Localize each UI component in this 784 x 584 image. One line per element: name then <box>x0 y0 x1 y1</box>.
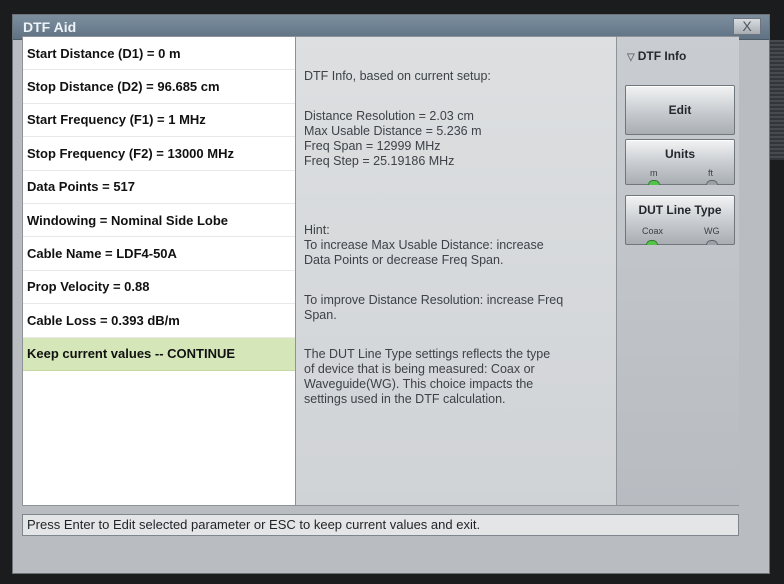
edit-button[interactable]: Edit <box>625 85 735 135</box>
info-line-type-note: The DUT Line Type settings reflects the … <box>304 347 551 406</box>
info-resolution-tip: To improve Distance Resolution: increase… <box>304 293 564 322</box>
units-ft-indicator-icon <box>706 180 718 185</box>
info-details: Distance Resolution = 2.03 cm Max Usable… <box>304 109 482 168</box>
units-title: Units <box>665 147 695 161</box>
param-label: Cable Name = LDF4-50A <box>27 246 177 262</box>
param-label: Stop Frequency (F2) = 13000 MHz <box>27 145 234 161</box>
info-hint: Hint: To increase Max Usable Distance: i… <box>304 223 544 267</box>
dtf-info-panel: DTF Info, based on current setup: Distan… <box>296 36 616 506</box>
info-heading: DTF Info, based on current setup: <box>304 69 491 83</box>
dtf-info-menu-label: ▽ DTF Info <box>627 49 686 63</box>
param-label: Data Points = 517 <box>27 179 136 195</box>
param-continue[interactable]: Keep current values -- CONTINUE <box>23 337 295 371</box>
status-bar: Press Enter to Edit selected parameter o… <box>22 514 739 536</box>
param-cable-loss[interactable]: Cable Loss = 0.393 dB/m <box>23 304 295 338</box>
softkey-panel: ▽ DTF Info Edit Units m ft DUT Line Type … <box>616 36 739 506</box>
units-option-m: m <box>650 168 658 178</box>
param-stop-distance[interactable]: Stop Distance (D2) = 96.685 cm <box>23 70 295 104</box>
param-start-distance[interactable]: Start Distance (D1) = 0 m <box>23 37 295 71</box>
param-label: Prop Velocity = 0.88 <box>27 279 150 295</box>
param-label: Keep current values -- CONTINUE <box>27 346 236 362</box>
param-cable-name[interactable]: Cable Name = LDF4-50A <box>23 237 295 271</box>
units-option-ft: ft <box>708 168 714 178</box>
units-toggle[interactable]: Units m ft <box>625 139 735 185</box>
units-m-indicator-icon <box>648 180 660 185</box>
param-label: Start Distance (D1) = 0 m <box>27 45 181 61</box>
wg-indicator-icon <box>706 240 718 245</box>
edit-button-label: Edit <box>668 103 692 117</box>
param-start-frequency[interactable]: Start Frequency (F1) = 1 MHz <box>23 104 295 138</box>
dut-option-coax: Coax <box>642 226 664 236</box>
param-label: Start Frequency (F1) = 1 MHz <box>27 112 206 128</box>
close-button[interactable]: X <box>733 18 761 35</box>
param-stop-frequency[interactable]: Stop Frequency (F2) = 13000 MHz <box>23 137 295 171</box>
param-windowing[interactable]: Windowing = Nominal Side Lobe <box>23 204 295 238</box>
dut-line-type-toggle[interactable]: DUT Line Type Coax WG <box>625 195 735 245</box>
param-data-points[interactable]: Data Points = 517 <box>23 171 295 204</box>
dut-line-type-title: DUT Line Type <box>638 203 722 217</box>
param-prop-velocity[interactable]: Prop Velocity = 0.88 <box>23 271 295 305</box>
dtf-info-text: DTF Info <box>637 49 687 63</box>
close-icon: X <box>742 18 752 34</box>
param-label: Cable Loss = 0.393 dB/m <box>27 312 180 328</box>
window-edge-decoration <box>770 40 784 160</box>
dialog-title: DTF Aid <box>23 19 77 35</box>
dut-option-wg: WG <box>704 226 720 236</box>
parameter-list: Start Distance (D1) = 0 m Stop Distance … <box>22 36 296 506</box>
coax-indicator-icon <box>646 240 658 245</box>
status-text: Press Enter to Edit selected parameter o… <box>27 517 481 532</box>
param-label: Windowing = Nominal Side Lobe <box>27 212 229 228</box>
param-label: Stop Distance (D2) = 96.685 cm <box>27 79 220 95</box>
triangle-down-icon: ▽ <box>627 52 635 63</box>
